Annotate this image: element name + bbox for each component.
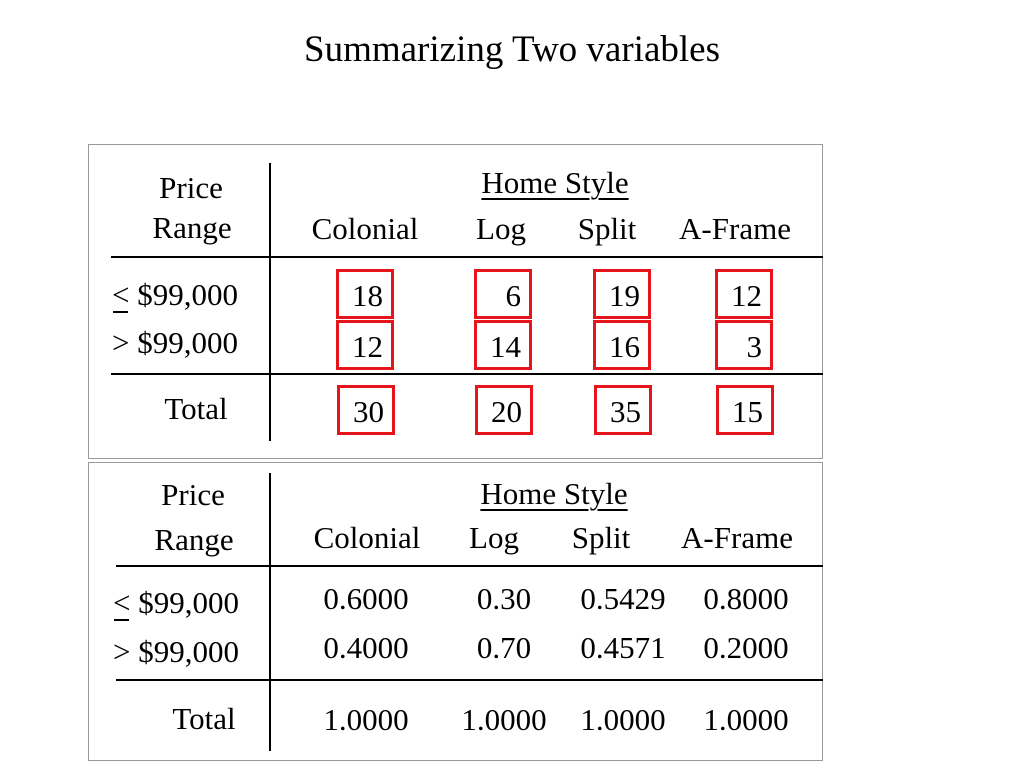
cell-split-total: 35 — [594, 385, 652, 435]
greater-sign: > — [113, 634, 131, 669]
row-label-text: $99,000 — [129, 325, 238, 360]
col-header-log: Log — [476, 211, 526, 246]
column-group-home-style: Home Style — [481, 165, 629, 200]
cell-split-under: 0.5429 — [580, 581, 666, 616]
header-divider — [116, 565, 823, 567]
row-header-price: Price — [161, 477, 225, 512]
cell-a-frame-over: 3 — [715, 320, 773, 370]
cell-log-under: 0.30 — [476, 581, 532, 616]
cell-colonial-over: 0.4000 — [323, 630, 409, 665]
cell-value: 12 — [352, 329, 383, 364]
cell-value: 30 — [353, 394, 384, 429]
row-label-over-99000: > $99,000 — [112, 327, 238, 358]
cell-a-frame-over: 0.2000 — [703, 630, 789, 665]
cell-value: 15 — [732, 394, 763, 429]
row-label-text: $99,000 — [130, 585, 239, 620]
col-header-colonial: Colonial — [311, 211, 419, 246]
cell-value: 19 — [609, 278, 640, 313]
cell-value: 18 — [352, 278, 383, 313]
cell-log-total: 20 — [475, 385, 533, 435]
total-divider — [116, 679, 823, 681]
cell-value: 14 — [490, 329, 521, 364]
vertical-divider — [269, 473, 271, 751]
slide-title: Summarizing Two variables — [304, 29, 720, 70]
cell-a-frame-under: 12 — [715, 269, 773, 319]
less-equal-sign: < — [112, 277, 130, 313]
column-group-home-style: Home Style — [480, 476, 628, 511]
col-header-split: Split — [571, 520, 631, 555]
row-label-text: $99,000 — [129, 277, 238, 312]
row-header-range: Range — [154, 522, 234, 557]
cell-split-over: 0.4571 — [580, 630, 666, 665]
header-divider — [111, 256, 823, 258]
cell-colonial-over: 12 — [336, 320, 394, 370]
cell-value: 20 — [491, 394, 522, 429]
cell-log-over: 0.70 — [476, 630, 532, 665]
total-label: Total — [164, 391, 228, 426]
cell-colonial-under: 18 — [336, 269, 394, 319]
cell-a-frame-total: 15 — [716, 385, 774, 435]
cell-value: 16 — [609, 329, 640, 364]
cell-colonial-total: 1.0000 — [323, 702, 409, 737]
greater-sign: > — [112, 325, 130, 360]
cell-split-total: 1.0000 — [580, 702, 666, 737]
cell-a-frame-total: 1.0000 — [703, 702, 789, 737]
cell-log-under: 6 — [474, 269, 532, 319]
total-label: Total — [172, 701, 236, 736]
cell-log-over: 14 — [474, 320, 532, 370]
row-label-text: $99,000 — [130, 634, 239, 669]
cell-value: 35 — [610, 394, 641, 429]
cell-split-over: 16 — [593, 320, 651, 370]
cell-colonial-total: 30 — [337, 385, 395, 435]
row-label-over-99000: > $99,000 — [113, 636, 239, 667]
col-header-a-frame: A-Frame — [679, 211, 791, 246]
row-header-price: Price — [159, 170, 223, 205]
less-equal-sign: < — [113, 585, 131, 621]
col-header-colonial: Colonial — [313, 520, 421, 555]
vertical-divider — [269, 163, 271, 441]
col-header-split: Split — [577, 211, 637, 246]
total-divider — [111, 373, 823, 375]
row-label-under-99000: < $99,000 — [113, 585, 239, 621]
cell-a-frame-under: 0.8000 — [703, 581, 789, 616]
cell-value: 3 — [746, 329, 763, 364]
cell-colonial-under: 0.6000 — [323, 581, 409, 616]
cell-split-under: 19 — [593, 269, 651, 319]
row-header-range: Range — [152, 210, 232, 245]
cell-value: 12 — [731, 278, 762, 313]
col-header-log: Log — [469, 520, 519, 555]
cell-log-total: 1.0000 — [461, 702, 547, 737]
row-label-under-99000: < $99,000 — [112, 277, 238, 313]
cell-value: 6 — [505, 278, 522, 313]
col-header-a-frame: A-Frame — [681, 520, 793, 555]
